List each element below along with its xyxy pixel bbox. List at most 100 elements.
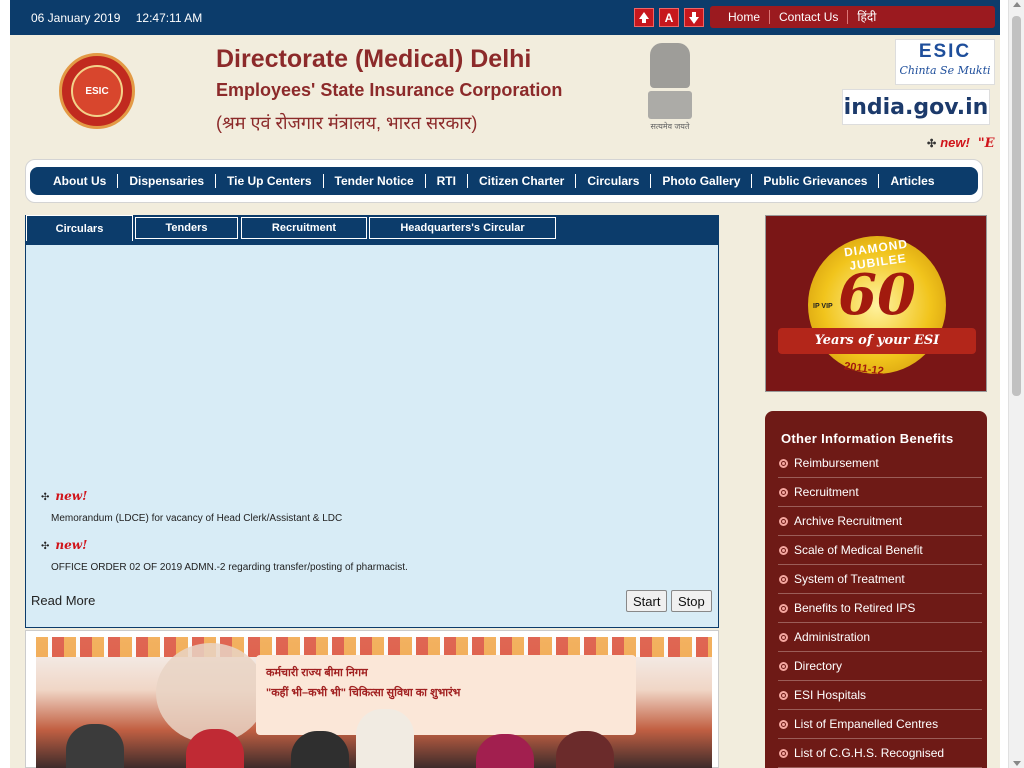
sidebar-item-administration[interactable]: Administration xyxy=(778,623,982,652)
esic-chinta-se-mukti-logo[interactable]: ESIC Chinta Se Mukti xyxy=(895,39,995,85)
header: ESIC Directorate (Medical) Delhi Employe… xyxy=(10,35,1000,155)
sidebar-item-cghs-recognised[interactable]: List of C.G.H.S. Recognised xyxy=(778,739,982,768)
nav-public-grievances[interactable]: Public Grievances xyxy=(752,174,880,188)
news-marquee[interactable]: ✣ new! "E xyxy=(927,135,995,151)
sidebar-item-benefits-to-retired-ips[interactable]: Benefits to Retired IPS xyxy=(778,594,982,623)
nav-circulars[interactable]: Circulars xyxy=(576,174,652,188)
sidebar-item-scale-of-medical-benefit[interactable]: Scale of Medical Benefit xyxy=(778,536,982,565)
sidebar-item-esi-hospitals[interactable]: ESI Hospitals xyxy=(778,681,982,710)
font-size-controls: A xyxy=(634,8,704,27)
person-figure xyxy=(356,709,414,768)
nav-rti[interactable]: RTI xyxy=(426,174,468,188)
bullet-icon xyxy=(779,632,788,642)
page-title: Directorate (Medical) Delhi xyxy=(216,45,532,73)
person-figure xyxy=(291,731,349,768)
bullet-icon xyxy=(779,516,788,526)
datetime: 06 January 2019 12:47:11 AM xyxy=(31,11,214,25)
sidebar-item-label: ESI Hospitals xyxy=(794,688,867,702)
sidebar-item-recruitment[interactable]: Recruitment xyxy=(778,478,982,507)
flower-decoration xyxy=(36,637,712,657)
person-figure xyxy=(186,729,244,768)
national-emblem: सत्यमेव जयते xyxy=(645,43,695,133)
nav-tender-notice[interactable]: Tender Notice xyxy=(324,174,426,188)
tab-headquarters-circular[interactable]: Headquarters's Circular xyxy=(369,217,556,239)
home-link[interactable]: Home xyxy=(719,10,771,24)
person-figure xyxy=(66,724,124,768)
page-subtitle: Employees' State Insurance Corporation xyxy=(216,80,563,100)
page-left-margin xyxy=(0,0,10,768)
lion-capital-icon xyxy=(650,43,690,88)
portrait-poster xyxy=(156,643,266,743)
esic-logo[interactable]: ESIC xyxy=(59,53,135,129)
nav-about-us[interactable]: About Us xyxy=(42,174,119,188)
nav-articles[interactable]: Articles xyxy=(879,174,945,188)
font-decrease-button[interactable] xyxy=(684,8,704,27)
banner-line1: कर्मचारी राज्य बीमा निगम xyxy=(266,667,368,679)
start-button[interactable]: Start xyxy=(626,590,668,612)
sidebar-item-label: Recruitment xyxy=(794,485,859,499)
list-item[interactable]: ✣ new! OFFICE ORDER 02 OF 2019 ADMN.-2 re… xyxy=(41,538,408,573)
jubilee-ip-text: IP VIP xyxy=(813,303,833,310)
bullet-icon xyxy=(779,603,788,613)
photo-panel: कर्मचारी राज्य बीमा निगम "कहीं भी–कभी भी… xyxy=(25,630,719,768)
bullet-icon xyxy=(779,719,788,729)
nav-citizen-charter[interactable]: Citizen Charter xyxy=(468,174,577,188)
bullet-icon xyxy=(779,574,788,584)
scroll-up-icon[interactable] xyxy=(1013,2,1021,7)
esic-logo-text: ESIC xyxy=(918,41,972,62)
diamond-jubilee-banner[interactable]: DIAMOND JUBILEE 60 IP VIP Years of your … xyxy=(765,215,987,392)
event-photo[interactable]: कर्मचारी राज्य बीमा निगम "कहीं भी–कभी भी… xyxy=(36,637,712,768)
arrow-up-icon xyxy=(639,12,649,23)
read-more-link[interactable]: Read More xyxy=(31,593,95,608)
bullet-icon xyxy=(779,690,788,700)
esic-logo-inner: ESIC xyxy=(71,65,123,117)
ministry-hindi: (श्रम एवं रोजगार मंत्रालय, भारत सरकार) xyxy=(216,113,478,133)
sidebar-item-label: Administration xyxy=(794,630,871,644)
tab-circulars[interactable]: Circulars xyxy=(26,215,133,241)
nav-dispensaries[interactable]: Dispensaries xyxy=(118,174,217,188)
person-figure xyxy=(556,731,614,768)
jubilee-number: 60 xyxy=(838,262,916,328)
bullet-icon: ✣ xyxy=(927,138,937,150)
sidebar-item-label: List of C.G.H.S. Recognised xyxy=(794,746,945,760)
bullet-icon xyxy=(779,487,788,497)
contact-us-link[interactable]: Contact Us xyxy=(770,10,849,24)
tab-recruitment[interactable]: Recruitment xyxy=(241,217,367,239)
main-nav: About Us Dispensaries Tie Up Centers Ten… xyxy=(30,167,978,195)
sidebar-item-reimbursement[interactable]: Reimbursement xyxy=(778,449,982,478)
sidebar-item-empanelled-centres[interactable]: List of Empanelled Centres xyxy=(778,710,982,739)
india-gov-logo[interactable]: india.gov.in xyxy=(842,89,990,125)
sidebar-item-directory[interactable]: Directory xyxy=(778,652,982,681)
font-increase-button[interactable] xyxy=(634,8,654,27)
nav-tie-up-centers[interactable]: Tie Up Centers xyxy=(216,174,324,188)
sidebar-item-system-of-treatment[interactable]: System of Treatment xyxy=(778,565,982,594)
sidebar-item-label: System of Treatment xyxy=(794,572,905,586)
font-normal-button[interactable]: A xyxy=(659,8,679,27)
sidebar-item-archive-recruitment[interactable]: Archive Recruitment xyxy=(778,507,982,536)
sidebar-item-label: List of Empanelled Centres xyxy=(794,717,939,731)
scroll-down-icon[interactable] xyxy=(1013,761,1021,766)
tab-tenders[interactable]: Tenders xyxy=(135,217,238,239)
bullet-icon xyxy=(779,748,788,758)
nav-photo-gallery[interactable]: Photo Gallery xyxy=(651,174,753,188)
sidebar-item-label: Scale of Medical Benefit xyxy=(794,543,923,557)
circulars-panel: ✣ new! Memorandum (LDCE) for vacancy of H… xyxy=(25,245,719,628)
top-links: Home Contact Us हिंदी xyxy=(710,6,995,28)
bullet-icon xyxy=(779,661,788,671)
hindi-link[interactable]: हिंदी xyxy=(848,10,885,24)
bullet-icon: ✣ xyxy=(41,541,50,552)
list-item[interactable]: ✣ new! Memorandum (LDCE) for vacancy of H… xyxy=(41,489,342,524)
banner-line2: "कहीं भी–कभी भी" चिकित्सा सुविधा का शुभा… xyxy=(266,687,461,699)
bullet-icon xyxy=(779,545,788,555)
vertical-scrollbar[interactable] xyxy=(1008,0,1024,768)
circular-text[interactable]: OFFICE ORDER 02 OF 2019 ADMN.-2 regardin… xyxy=(51,562,408,573)
marquee-new-tag: new! xyxy=(940,135,970,150)
circular-text[interactable]: Memorandum (LDCE) for vacancy of Head Cl… xyxy=(51,513,342,524)
other-information-panel: Other Information Benefits Reimbursement… xyxy=(765,411,987,768)
stop-button[interactable]: Stop xyxy=(671,590,712,612)
sidebar-item-label: Reimbursement xyxy=(794,456,879,470)
sidebar-item-label: Directory xyxy=(794,659,843,673)
scroll-thumb[interactable] xyxy=(1012,16,1021,396)
sidebar-list: Reimbursement Recruitment Archive Recrui… xyxy=(778,449,982,768)
event-banner: कर्मचारी राज्य बीमा निगम "कहीं भी–कभी भी… xyxy=(256,655,636,735)
